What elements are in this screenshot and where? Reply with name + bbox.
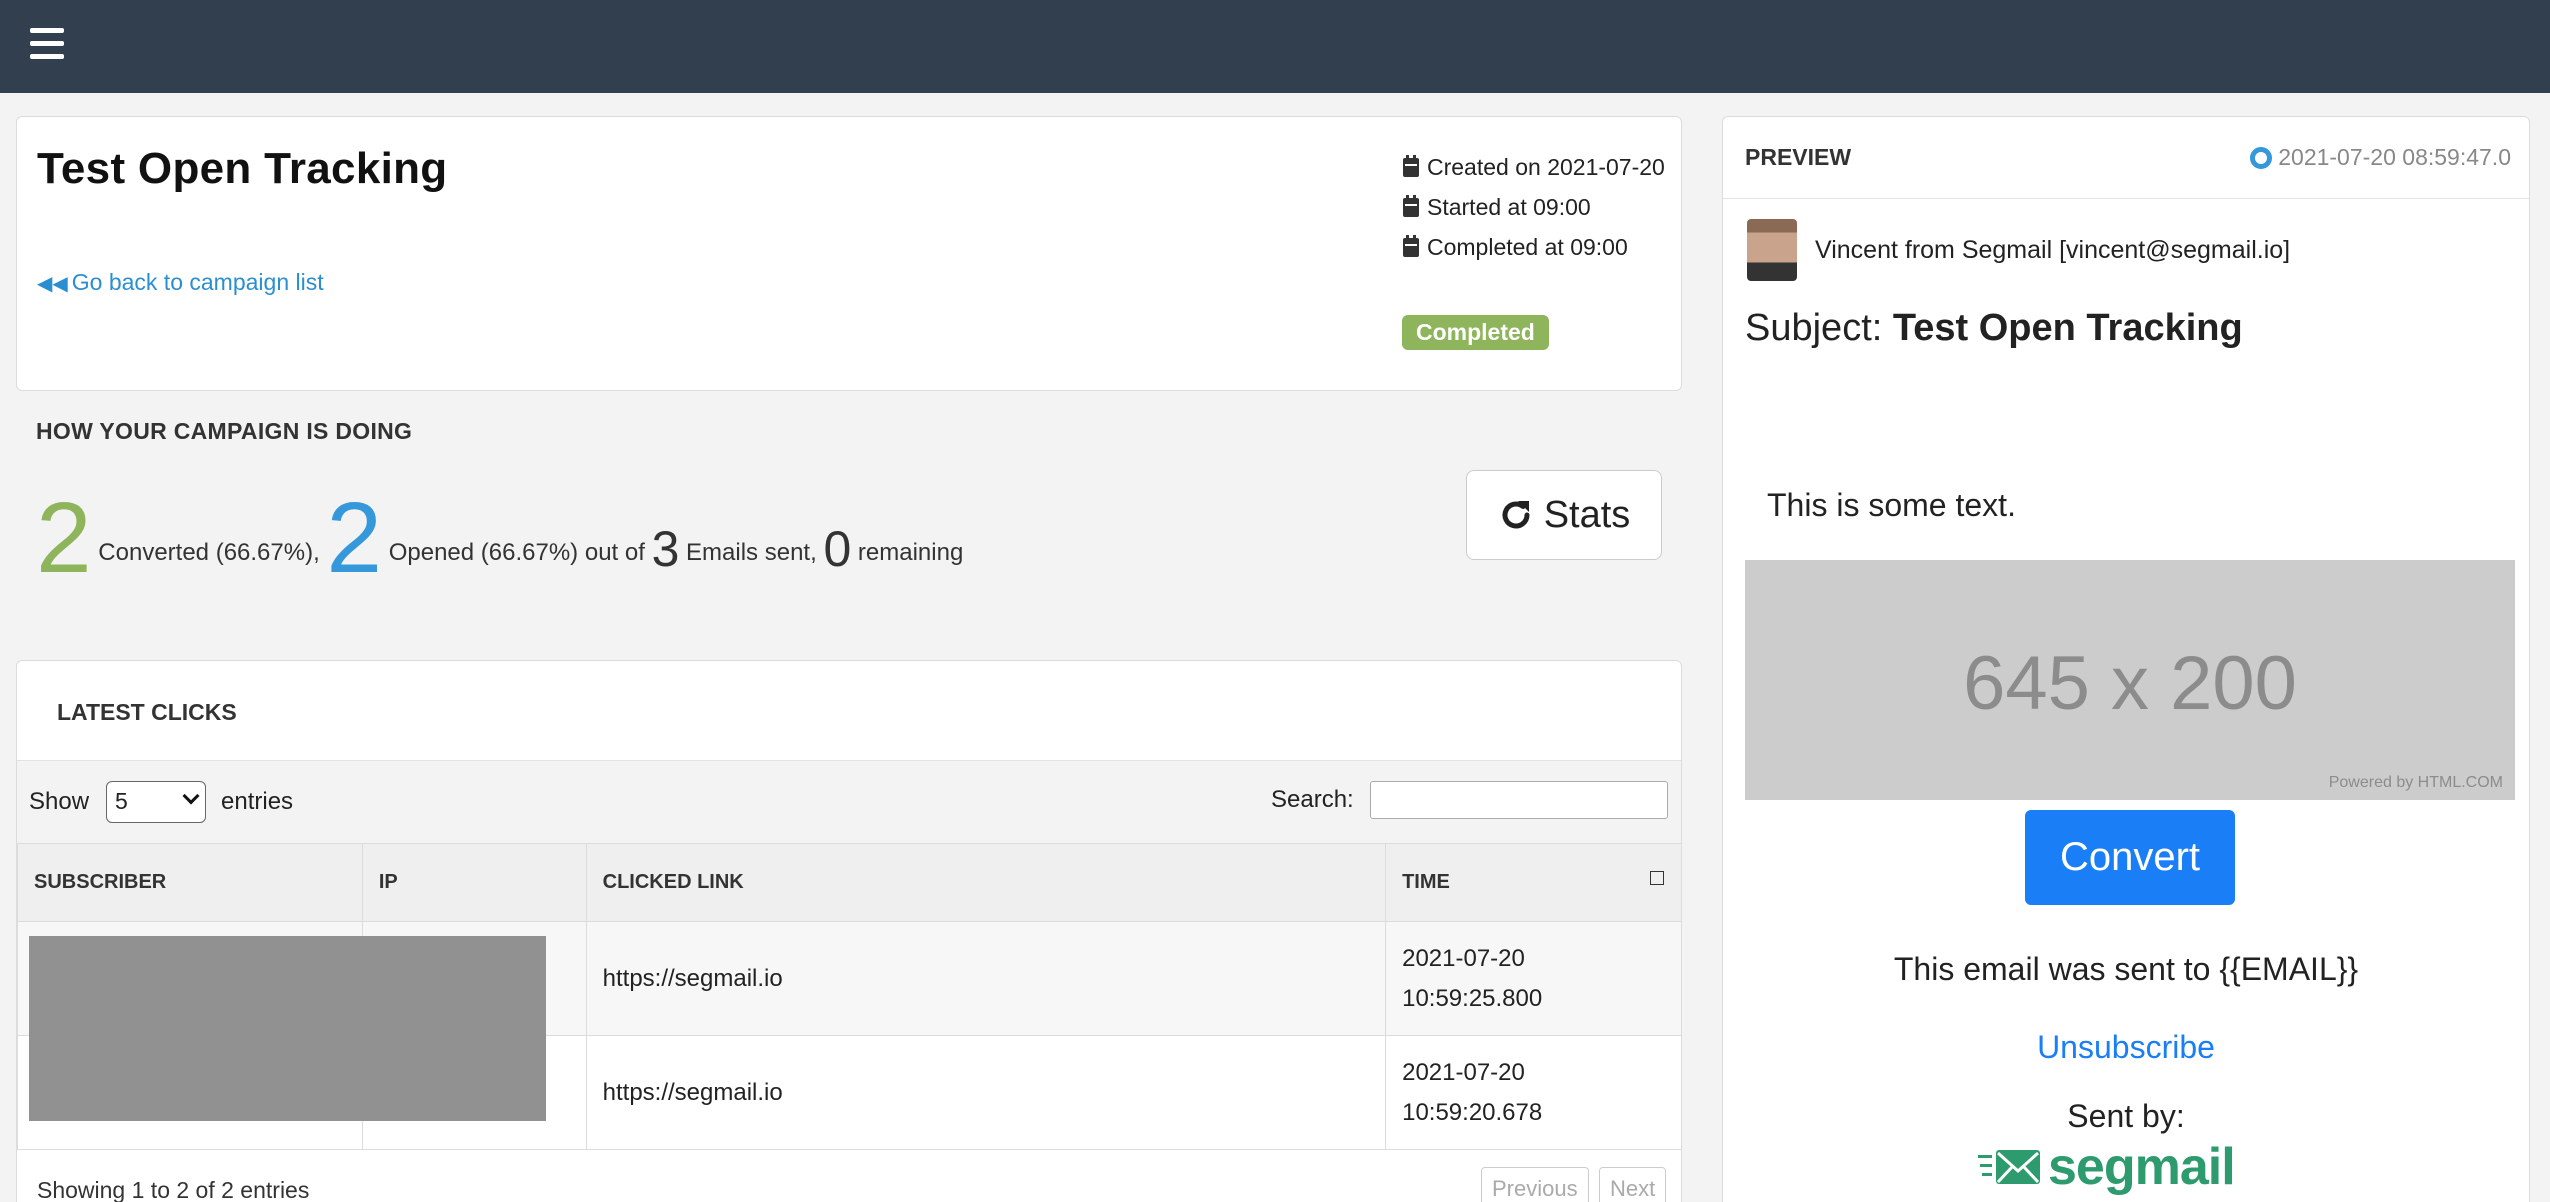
- preview-header: PREVIEW 2021-07-20 08:59:47.0: [1723, 117, 2529, 199]
- converted-count: 2: [36, 482, 92, 594]
- stats-button[interactable]: Stats: [1466, 470, 1662, 560]
- completed-time: Completed at 09:00: [1403, 227, 1665, 267]
- table-info: Showing 1 to 2 of 2 entries: [37, 1177, 310, 1202]
- email-subject: Subject: Test Open Tracking: [1745, 307, 2243, 349]
- avatar: [1747, 219, 1797, 281]
- sent-to-text: This email was sent to {{EMAIL}}: [1893, 951, 2359, 987]
- unsubscribe-link[interactable]: Unsubscribe: [1723, 1029, 2529, 1066]
- back-to-campaign-list-link[interactable]: ◀◀ Go back to campaign list: [37, 269, 324, 296]
- table-toolbar: Show 5 entries Search:: [17, 761, 1681, 843]
- placeholder-image-label: 645 x 200: [1963, 641, 2297, 726]
- search-label: Search:: [1271, 786, 1354, 813]
- column-header-time[interactable]: TIME: [1385, 843, 1681, 922]
- sender-name: Vincent from Segmail [vincent@segmail.io…: [1815, 235, 2291, 264]
- remaining-count: 0: [823, 521, 852, 577]
- email-body-text: This is some text.: [1767, 487, 2016, 523]
- campaign-stats-heading: HOW YOUR CAMPAIGN IS DOING: [36, 418, 413, 444]
- previous-page-button[interactable]: Previous: [1481, 1167, 1589, 1202]
- latest-clicks-title: LATEST CLICKS: [57, 699, 237, 725]
- column-header-ip[interactable]: IP: [361, 843, 587, 922]
- calendar-icon: [1403, 195, 1419, 217]
- clicked-link-cell: https://segmail.io: [585, 1035, 1387, 1150]
- preview-card: PREVIEW 2021-07-20 08:59:47.0 Vincent fr…: [1722, 116, 2530, 1202]
- campaign-meta: Created on 2021-07-20 Started at 09:00 C…: [1403, 147, 1665, 267]
- placeholder-image-credit: Powered by HTML.COM: [2328, 774, 2503, 791]
- search-input[interactable]: [1370, 781, 1668, 819]
- sent-by-label: Sent by:: [2067, 1098, 2185, 1134]
- campaign-stats-summary: 2 Converted (66.67%), 2 Opened (66.67%) …: [36, 488, 963, 588]
- campaign-title: Test Open Tracking: [37, 144, 448, 193]
- sender-info: Vincent from Segmail [vincent@segmail.io…: [1747, 219, 2290, 281]
- entries-label: entries: [221, 788, 294, 815]
- sort-icon[interactable]: [1650, 871, 1664, 885]
- next-page-button[interactable]: Next: [1599, 1167, 1667, 1202]
- redacted-block: [29, 936, 546, 1121]
- double-chevron-left-icon: ◀◀: [37, 273, 68, 295]
- entries-per-page-select[interactable]: 5: [106, 781, 206, 823]
- show-label: Show: [29, 788, 90, 815]
- column-header-clicked-link[interactable]: CLICKED LINK: [585, 843, 1387, 922]
- calendar-icon: [1403, 155, 1419, 177]
- converted-label: Converted (66.67%),: [98, 539, 320, 566]
- clicked-link-cell: https://segmail.io: [585, 921, 1387, 1036]
- status-badge: Completed: [1402, 315, 1549, 350]
- preview-timestamp: 2021-07-20 08:59:47.0: [2250, 144, 2511, 171]
- placeholder-image: 645 x 200 Powered by HTML.COM: [1745, 560, 2515, 800]
- convert-button[interactable]: Convert: [2025, 810, 2235, 905]
- time-cell: 2021-07-20 10:59:20.678: [1385, 1035, 1681, 1150]
- top-navbar: [0, 0, 2550, 93]
- sent-count: 3: [651, 521, 680, 577]
- circle-icon: [2250, 147, 2273, 169]
- segmail-logo: segmail: [1978, 1137, 2236, 1197]
- chevron-down-icon: [182, 787, 200, 805]
- hamburger-menu-icon[interactable]: [30, 28, 64, 60]
- envelope-icon: [1978, 1150, 2040, 1184]
- opened-count: 2: [326, 482, 383, 594]
- time-cell: 2021-07-20 10:59:25.800: [1385, 921, 1681, 1036]
- created-date: Created on 2021-07-20: [1403, 147, 1665, 187]
- calendar-icon: [1403, 235, 1419, 257]
- column-header-subscriber[interactable]: SUBSCRIBER: [17, 843, 363, 922]
- sent-label: Emails sent,: [686, 539, 817, 566]
- opened-label: Opened (66.67%) out of: [388, 539, 645, 566]
- started-time: Started at 09:00: [1403, 187, 1665, 227]
- remaining-label: remaining: [857, 539, 964, 566]
- latest-clicks-card: LATEST CLICKS Show 5 entries Search: SUB…: [16, 660, 1682, 1202]
- latest-clicks-header: LATEST CLICKS: [17, 661, 1681, 761]
- campaign-header-card: Test Open Tracking ◀◀ Go back to campaign…: [16, 116, 1682, 391]
- stats-button-label: Stats: [1543, 493, 1631, 536]
- preview-title: PREVIEW: [1745, 144, 1852, 170]
- back-link-label: Go back to campaign list: [71, 269, 324, 295]
- refresh-icon: [1502, 501, 1530, 529]
